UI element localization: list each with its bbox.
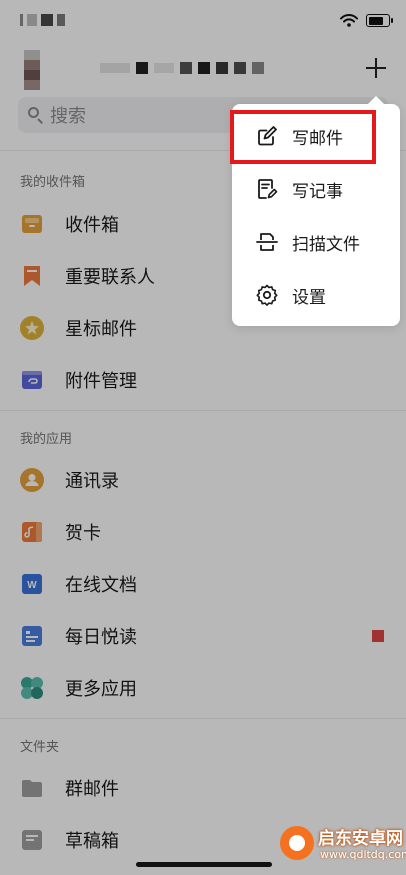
scan-icon — [256, 233, 278, 251]
watermark-url: www.qdltdq.com — [320, 848, 406, 861]
menu-item-label: 写记事 — [292, 181, 343, 202]
watermark-logo-icon — [280, 826, 314, 860]
home-indicator[interactable] — [136, 862, 272, 867]
mail-app-screen: 搜索 我的收件箱 收件箱 重要联系人 星标邮件 附件管理 我的应用 通讯录 贺卡… — [0, 0, 406, 875]
menu-item-label: 扫描文件 — [292, 234, 360, 255]
watermark-title: 启东安卓网 — [318, 829, 403, 849]
highlight-annotation — [230, 110, 376, 164]
site-watermark: 启东安卓网 www.qdltdq.com — [276, 822, 406, 872]
gear-icon — [256, 284, 278, 306]
menu-item-settings[interactable]: 设置 — [232, 269, 400, 321]
menu-item-scan[interactable]: 扫描文件 — [232, 216, 400, 268]
menu-item-label: 设置 — [292, 287, 326, 308]
dropdown-caret — [368, 96, 384, 104]
menu-item-note[interactable]: 写记事 — [232, 163, 400, 215]
note-icon — [258, 179, 278, 199]
